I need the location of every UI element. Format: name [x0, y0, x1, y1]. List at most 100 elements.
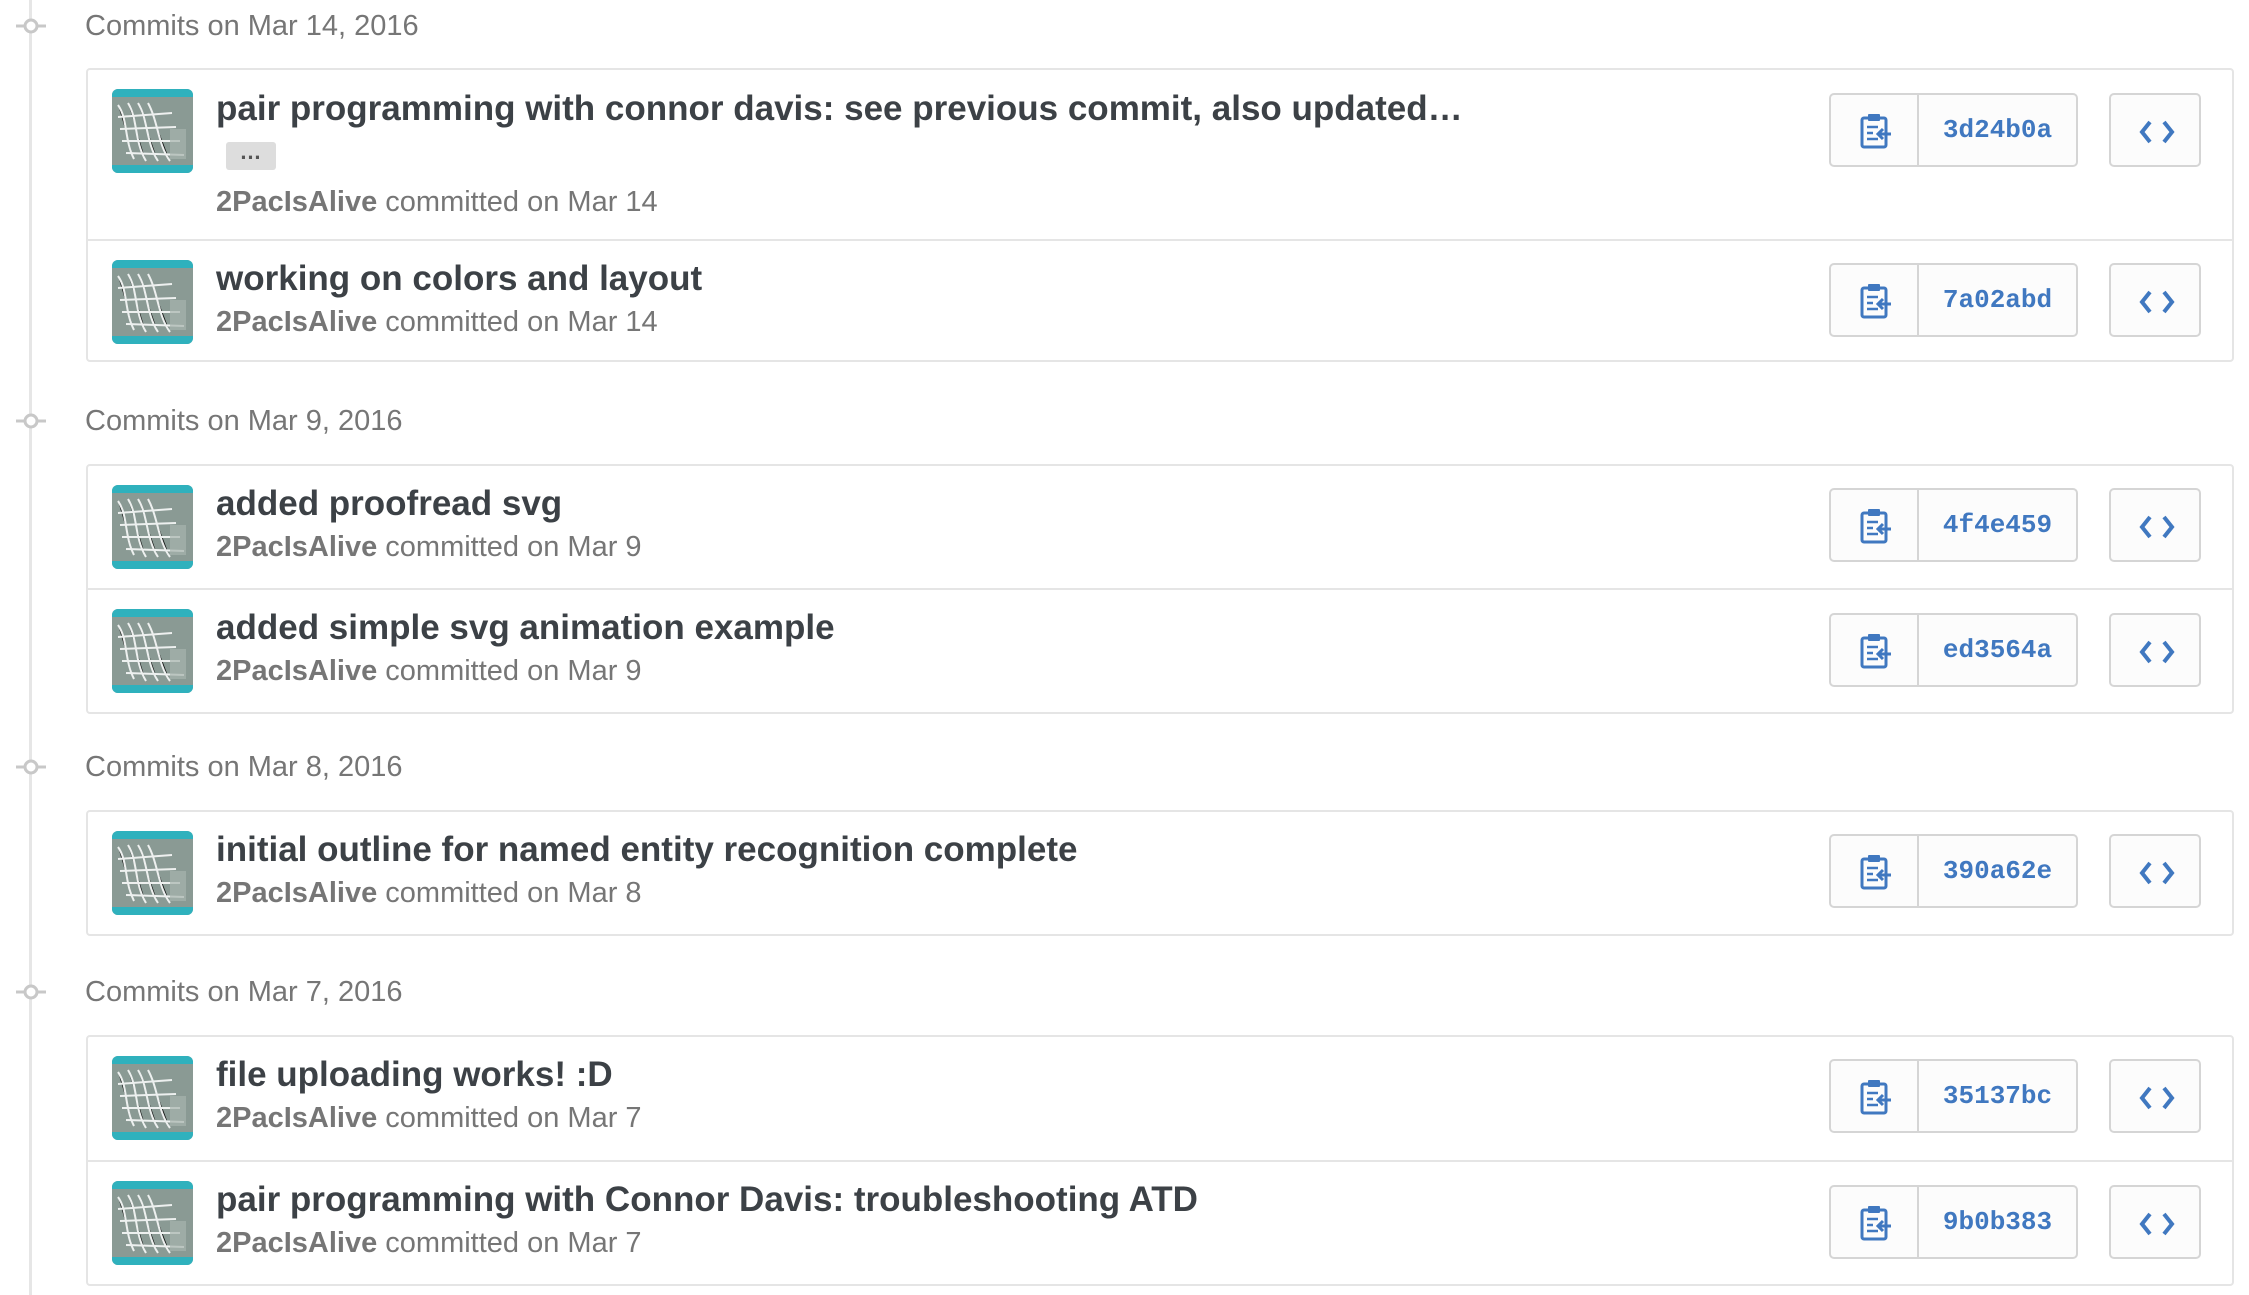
- group-date-title: Commits on Mar 14, 2016: [85, 10, 419, 42]
- clipboard-icon: [1860, 855, 1891, 890]
- sha-button-group: 3d24b0a: [1829, 93, 2078, 167]
- commit-row: file uploading works! :D 2PacIsAlive com…: [88, 1037, 2232, 1160]
- code-icon: [2139, 1212, 2175, 1236]
- code-icon: [2139, 290, 2175, 314]
- git-commit-icon: [16, 984, 46, 1000]
- commit-sha-link[interactable]: 4f4e459: [1919, 490, 2076, 560]
- sha-button-group: 7a02abd: [1829, 263, 2078, 337]
- group-date-title: Commits on Mar 8, 2016: [85, 751, 403, 783]
- commit-meta: 2PacIsAlive committed on Mar 7: [216, 1225, 642, 1261]
- clipboard-icon: [1860, 284, 1891, 319]
- commit-list: pair programming with connor davis: see …: [86, 68, 2234, 362]
- commit-sha-link[interactable]: 390a62e: [1919, 836, 2076, 906]
- code-icon: [2139, 1086, 2175, 1110]
- sha-button-group: 35137bc: [1829, 1059, 2078, 1133]
- commit-group-header: Commits on Mar 14, 2016: [0, 0, 800, 52]
- commit-message[interactable]: file uploading works! :D: [216, 1054, 613, 1096]
- sha-button-group: ed3564a: [1829, 613, 2078, 687]
- copy-sha-button[interactable]: [1831, 95, 1919, 165]
- commit-list: initial outline for named entity recogni…: [86, 810, 2234, 936]
- git-commit-icon: [16, 18, 46, 34]
- commit-message[interactable]: pair programming with Connor Davis: trou…: [216, 1179, 1198, 1221]
- commit-group-header: Commits on Mar 8, 2016: [0, 741, 800, 793]
- sha-button-group: 4f4e459: [1829, 488, 2078, 562]
- commit-message[interactable]: pair programming with connor davis: see …: [216, 88, 1463, 130]
- commit-author[interactable]: 2PacIsAlive: [216, 655, 377, 687]
- copy-sha-button[interactable]: [1831, 265, 1919, 335]
- copy-sha-button[interactable]: [1831, 1187, 1919, 1257]
- commit-date: committed on Mar 14: [377, 306, 658, 338]
- commit-meta: 2PacIsAlive committed on Mar 9: [216, 529, 642, 565]
- code-icon: [2139, 515, 2175, 539]
- browse-repo-button[interactable]: [2109, 613, 2201, 687]
- sha-button-group: 390a62e: [1829, 834, 2078, 908]
- commit-author[interactable]: 2PacIsAlive: [216, 1227, 377, 1259]
- commit-author[interactable]: 2PacIsAlive: [216, 531, 377, 563]
- commit-sha-link[interactable]: 35137bc: [1919, 1061, 2076, 1131]
- copy-sha-button[interactable]: [1831, 615, 1919, 685]
- avatar[interactable]: [112, 831, 193, 915]
- clipboard-icon: [1860, 114, 1891, 149]
- commit-row: working on colors and layout 2PacIsAlive…: [88, 239, 2232, 360]
- commit-meta: 2PacIsAlive committed on Mar 7: [216, 1100, 642, 1136]
- commit-author[interactable]: 2PacIsAlive: [216, 306, 377, 338]
- avatar[interactable]: [112, 89, 193, 173]
- git-commit-icon: [16, 759, 46, 775]
- browse-repo-button[interactable]: [2109, 488, 2201, 562]
- commit-meta: 2PacIsAlive committed on Mar 8: [216, 875, 642, 911]
- clipboard-icon: [1860, 634, 1891, 669]
- commit-author[interactable]: 2PacIsAlive: [216, 1102, 377, 1134]
- clipboard-icon: [1860, 509, 1891, 544]
- commit-list: added proofread svg 2PacIsAlive committe…: [86, 464, 2234, 714]
- clipboard-icon: [1860, 1206, 1891, 1241]
- commit-meta: 2PacIsAlive committed on Mar 9: [216, 653, 642, 689]
- code-icon: [2139, 861, 2175, 885]
- commit-list: file uploading works! :D 2PacIsAlive com…: [86, 1035, 2234, 1286]
- avatar[interactable]: [112, 260, 193, 344]
- commit-date: committed on Mar 7: [377, 1102, 642, 1134]
- commit-sha-link[interactable]: 3d24b0a: [1919, 95, 2076, 165]
- commit-row: added proofread svg 2PacIsAlive committe…: [88, 466, 2232, 588]
- avatar[interactable]: [112, 609, 193, 693]
- avatar[interactable]: [112, 1181, 193, 1265]
- copy-sha-button[interactable]: [1831, 1061, 1919, 1131]
- copy-sha-button[interactable]: [1831, 490, 1919, 560]
- browse-repo-button[interactable]: [2109, 263, 2201, 337]
- commit-author[interactable]: 2PacIsAlive: [216, 186, 377, 218]
- sha-button-group: 9b0b383: [1829, 1185, 2078, 1259]
- commit-message[interactable]: added proofread svg: [216, 483, 562, 525]
- commit-row: pair programming with Connor Davis: trou…: [88, 1160, 2232, 1284]
- commit-sha-link[interactable]: ed3564a: [1919, 615, 2076, 685]
- commit-meta: 2PacIsAlive committed on Mar 14: [216, 304, 658, 340]
- commit-date: committed on Mar 9: [377, 655, 642, 687]
- commit-date: committed on Mar 9: [377, 531, 642, 563]
- browse-repo-button[interactable]: [2109, 93, 2201, 167]
- commit-date: committed on Mar 14: [377, 186, 658, 218]
- avatar[interactable]: [112, 485, 193, 569]
- browse-repo-button[interactable]: [2109, 1059, 2201, 1133]
- commit-date: committed on Mar 7: [377, 1227, 642, 1259]
- commit-sha-link[interactable]: 7a02abd: [1919, 265, 2076, 335]
- commit-message[interactable]: initial outline for named entity recogni…: [216, 829, 1077, 871]
- commit-group-header: Commits on Mar 7, 2016: [0, 966, 800, 1018]
- commit-author[interactable]: 2PacIsAlive: [216, 877, 377, 909]
- browse-repo-button[interactable]: [2109, 1185, 2201, 1259]
- browse-repo-button[interactable]: [2109, 834, 2201, 908]
- commit-meta: 2PacIsAlive committed on Mar 14: [216, 184, 658, 220]
- commit-message[interactable]: working on colors and layout: [216, 258, 702, 300]
- git-commit-icon: [16, 413, 46, 429]
- clipboard-icon: [1860, 1080, 1891, 1115]
- timeline-line: [29, 0, 32, 1295]
- group-date-title: Commits on Mar 9, 2016: [85, 405, 403, 437]
- commit-group-header: Commits on Mar 9, 2016: [0, 395, 800, 447]
- commit-row: pair programming with connor davis: see …: [88, 70, 2232, 239]
- commit-message[interactable]: added simple svg animation example: [216, 607, 835, 649]
- commit-row: initial outline for named entity recogni…: [88, 812, 2232, 934]
- expand-message-button[interactable]: …: [226, 141, 276, 170]
- avatar[interactable]: [112, 1056, 193, 1140]
- commit-date: committed on Mar 8: [377, 877, 642, 909]
- commit-sha-link[interactable]: 9b0b383: [1919, 1187, 2076, 1257]
- group-date-title: Commits on Mar 7, 2016: [85, 976, 403, 1008]
- copy-sha-button[interactable]: [1831, 836, 1919, 906]
- code-icon: [2139, 120, 2175, 144]
